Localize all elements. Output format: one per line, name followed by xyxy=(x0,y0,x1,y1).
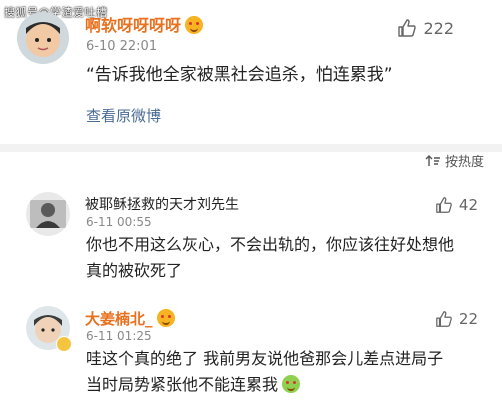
comment-item: 被耶稣拯救的天才刘先生 6-11 00:55 你也不用这么灰心，不会出轨的，你应… xyxy=(0,192,502,282)
comment-text-line: 真的被砍死了 xyxy=(86,261,183,280)
comment-text-line-span: 当时局势紧张他不能连累我 xyxy=(86,375,279,394)
post-timestamp: 6-10 22:01 xyxy=(86,39,158,54)
thumbs-up-icon xyxy=(436,197,452,213)
post-username[interactable]: 啊软呀呀呀呀 xyxy=(85,12,204,36)
post-avatar[interactable] xyxy=(17,12,69,64)
verified-badge-icon xyxy=(56,336,72,352)
post-text: “告诉我他全家被黑社会追杀，怕连累我” xyxy=(86,65,393,85)
view-original-link[interactable]: 查看原微博 xyxy=(86,105,161,126)
comment-item: 大姜楠北_ 6-11 01:25 哇这个真的绝了 我前男友说他爸那会儿差点进局子… xyxy=(0,306,502,400)
sweat-emoji-icon xyxy=(282,375,301,393)
comment-avatar[interactable] xyxy=(26,192,70,236)
comment-text: 你也不用这么灰心，不会出轨的，你应该往好处想他 真的被砍死了 xyxy=(86,232,454,284)
thumbs-up-icon xyxy=(398,19,417,37)
comment-username[interactable]: 被耶稣拯救的天才刘先生 xyxy=(85,194,239,214)
comment-like-count: 42 xyxy=(458,196,478,214)
post-like-button[interactable]: 222 xyxy=(397,18,454,38)
grin-emoji-icon xyxy=(156,309,175,327)
comment-username[interactable]: 大姜楠北_ xyxy=(85,308,175,329)
comment-text: 哇这个真的绝了 我前男友说他爸那会儿差点进局子 当时局势紧张他不能连累我 xyxy=(86,346,443,398)
comment-username-text: 大姜楠北_ xyxy=(85,310,153,328)
sort-icon xyxy=(425,154,440,166)
sort-label: 按热度 xyxy=(444,155,484,170)
comment-timestamp: 6-11 00:55 xyxy=(86,215,152,229)
comment-timestamp: 6-11 01:25 xyxy=(86,329,152,343)
thumbs-up-icon xyxy=(436,311,452,327)
comment-like-count: 22 xyxy=(458,310,478,328)
grin-emoji-icon xyxy=(185,16,204,34)
post-username-text: 啊软呀呀呀呀 xyxy=(85,16,182,35)
post-like-count: 222 xyxy=(423,18,454,38)
comment-text-line: 当时局势紧张他不能连累我 xyxy=(86,372,443,398)
comment-text-line: 哇这个真的绝了 我前男友说他爸那会儿差点进局子 xyxy=(86,349,444,368)
sort-by-hot-button[interactable]: 按热度 xyxy=(425,151,484,170)
comment-text-line: 你也不用这么灰心，不会出轨的，你应该往好处想他 xyxy=(86,235,455,254)
comment-like-button[interactable]: 22 xyxy=(435,310,478,328)
main-post: 啊软呀呀呀呀 6-10 22:01 “告诉我他全家被黑社会追杀，怕连累我” 查看… xyxy=(0,0,502,145)
comment-like-button[interactable]: 42 xyxy=(435,196,478,214)
